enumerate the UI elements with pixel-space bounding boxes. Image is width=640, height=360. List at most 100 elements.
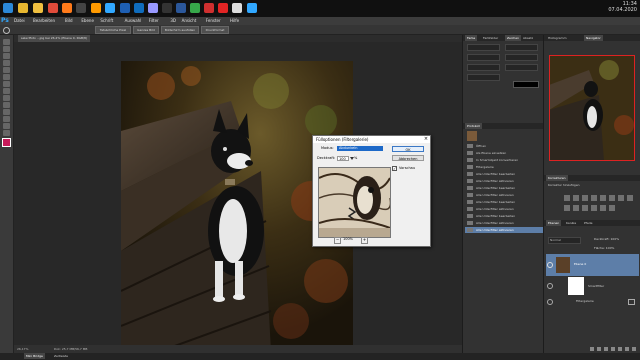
foreground-color-swatch[interactable] <box>2 138 11 147</box>
history-item[interactable]: Öffnen <box>465 143 550 149</box>
blend-mode-select[interactable]: Abdunkeln <box>337 146 383 151</box>
tool-button-9[interactable] <box>3 102 10 108</box>
visibility-eye-icon[interactable] <box>547 283 553 289</box>
cancel-button[interactable]: Abbrechen <box>392 155 424 161</box>
zoom-in-icon[interactable]: + <box>361 237 368 244</box>
tool-button-0[interactable] <box>3 39 10 45</box>
navigator-preview[interactable] <box>549 55 635 161</box>
outlook-icon[interactable] <box>134 3 144 13</box>
tool-button-7[interactable] <box>3 88 10 94</box>
history-item[interactable]: Alle Unterfilter aktivieren <box>465 192 550 198</box>
app-dark2-icon[interactable] <box>162 3 172 13</box>
tool-button-2[interactable] <box>3 53 10 59</box>
fill-screen-button[interactable]: Bildschirm ausfüllen <box>161 26 199 34</box>
tab-swatches[interactable]: Farbfelder <box>481 35 500 41</box>
tab-mini-bridge[interactable]: Mini Bridge <box>24 353 45 359</box>
lightroom-icon[interactable] <box>247 3 257 13</box>
history-item[interactable]: Alle Unterfilter bearbeiten <box>465 171 550 177</box>
adjustment-icon[interactable] <box>573 205 579 211</box>
close-icon[interactable]: × <box>423 136 429 143</box>
history-snapshot[interactable] <box>467 131 539 141</box>
firefox-icon[interactable] <box>62 3 72 13</box>
menu-item-2[interactable]: Bild <box>65 17 73 25</box>
layer-row-filtergalerie[interactable]: Filtergalerie <box>546 297 639 306</box>
menu-item-10[interactable]: Hilfe <box>230 17 239 25</box>
ok-button[interactable]: OK <box>392 146 424 152</box>
adjustment-icon[interactable] <box>582 205 588 211</box>
app-red-icon[interactable] <box>204 3 214 13</box>
visibility-eye-icon[interactable] <box>547 299 553 305</box>
menu-item-1[interactable]: Bearbeiten <box>33 17 55 25</box>
preview-checkbox[interactable]: ✓ <box>392 166 397 171</box>
print-size-button[interactable]: Druckformat <box>201 26 229 34</box>
explorer-icon[interactable] <box>18 3 28 13</box>
tool-button-10[interactable] <box>3 109 10 115</box>
tool-button-11[interactable] <box>3 116 10 122</box>
history-item[interactable]: Alle Unterfilter bearbeiten <box>465 213 550 219</box>
history-item[interactable]: Alle Unterfilter aktivieren <box>465 206 550 212</box>
tab-layers[interactable]: Ebenen <box>546 220 562 226</box>
chrome-icon[interactable] <box>48 3 58 13</box>
tab-timeline[interactable]: Zeitleiste <box>52 353 70 359</box>
premiere-icon[interactable] <box>148 3 158 13</box>
document-tab[interactable]: selectfoto ...jpg bei 26,2% (Ebene 0, RG… <box>18 35 91 42</box>
tab-history[interactable]: Protokoll <box>465 123 482 129</box>
opacity-slider-arrow[interactable] <box>350 157 354 160</box>
start-icon[interactable] <box>3 3 13 13</box>
adjustment-icon[interactable] <box>591 195 597 201</box>
dialog-preview[interactable] <box>318 167 391 238</box>
folder-icon[interactable] <box>33 3 43 13</box>
zoom-out-icon[interactable]: − <box>334 237 341 244</box>
font-style-field[interactable] <box>505 44 538 51</box>
history-item[interactable]: Alle Unterfilter aktivieren <box>465 227 550 233</box>
menu-item-7[interactable]: 3D <box>170 17 176 25</box>
menu-item-3[interactable]: Ebene <box>81 17 94 25</box>
add-mask-icon[interactable] <box>604 347 608 351</box>
history-item[interactable]: Alle Unterfilter aktivieren <box>465 178 550 184</box>
zoom-tool-icon[interactable] <box>3 27 10 34</box>
adjustment-icon[interactable] <box>618 195 624 201</box>
adjustment-icon[interactable] <box>627 195 633 201</box>
menu-item-8[interactable]: Ansicht <box>182 17 197 25</box>
tool-button-4[interactable] <box>3 67 10 73</box>
scale-field[interactable] <box>467 74 500 81</box>
fx-icon[interactable] <box>597 347 601 351</box>
trash-icon[interactable] <box>632 347 636 351</box>
new-group-icon[interactable] <box>618 347 622 351</box>
tool-button-8[interactable] <box>3 95 10 101</box>
opacity-input[interactable]: 100 <box>337 156 349 161</box>
tab-color[interactable]: Farbe <box>465 35 478 41</box>
history-item[interactable]: Filtergalerie <box>465 164 550 170</box>
adjustment-icon[interactable] <box>609 205 615 211</box>
tab-channels[interactable]: Kanäle <box>564 220 578 226</box>
acrobat-icon[interactable] <box>218 3 228 13</box>
new-adjustment-icon[interactable] <box>611 347 615 351</box>
tracking-field[interactable] <box>505 64 538 71</box>
tool-button-1[interactable] <box>3 46 10 52</box>
menu-item-9[interactable]: Fenster <box>206 17 221 25</box>
leading-field[interactable] <box>505 54 538 61</box>
tab-paths[interactable]: Pfade <box>582 220 594 226</box>
adjustment-icon[interactable] <box>600 195 606 201</box>
new-layer-icon[interactable] <box>625 347 629 351</box>
layer-fill[interactable]: Fläche: 100% <box>594 246 614 250</box>
visibility-eye-icon[interactable] <box>547 262 553 268</box>
layer-blend-mode[interactable]: Normal <box>548 237 581 244</box>
app-white-icon[interactable] <box>232 3 242 13</box>
zoom-level[interactable]: 26,17% <box>17 345 28 353</box>
adjustment-icon[interactable] <box>591 205 597 211</box>
text-color-swatch[interactable] <box>513 81 539 88</box>
tool-button-5[interactable] <box>3 74 10 80</box>
kerning-field[interactable] <box>467 64 500 71</box>
illustrator-icon[interactable] <box>91 3 101 13</box>
adjustment-icon[interactable] <box>573 195 579 201</box>
adjustment-icon[interactable] <box>564 205 570 211</box>
menu-item-5[interactable]: Auswahl <box>125 17 142 25</box>
menu-item-4[interactable]: Schrift <box>100 17 113 25</box>
menu-item-0[interactable]: Datei <box>14 17 25 25</box>
tool-button-13[interactable] <box>3 130 10 136</box>
tool-button-3[interactable] <box>3 60 10 66</box>
layer-row-smartfilter[interactable]: Smartfilter <box>546 276 639 296</box>
menu-item-6[interactable]: Filter <box>149 17 159 25</box>
word-icon[interactable] <box>176 3 186 13</box>
